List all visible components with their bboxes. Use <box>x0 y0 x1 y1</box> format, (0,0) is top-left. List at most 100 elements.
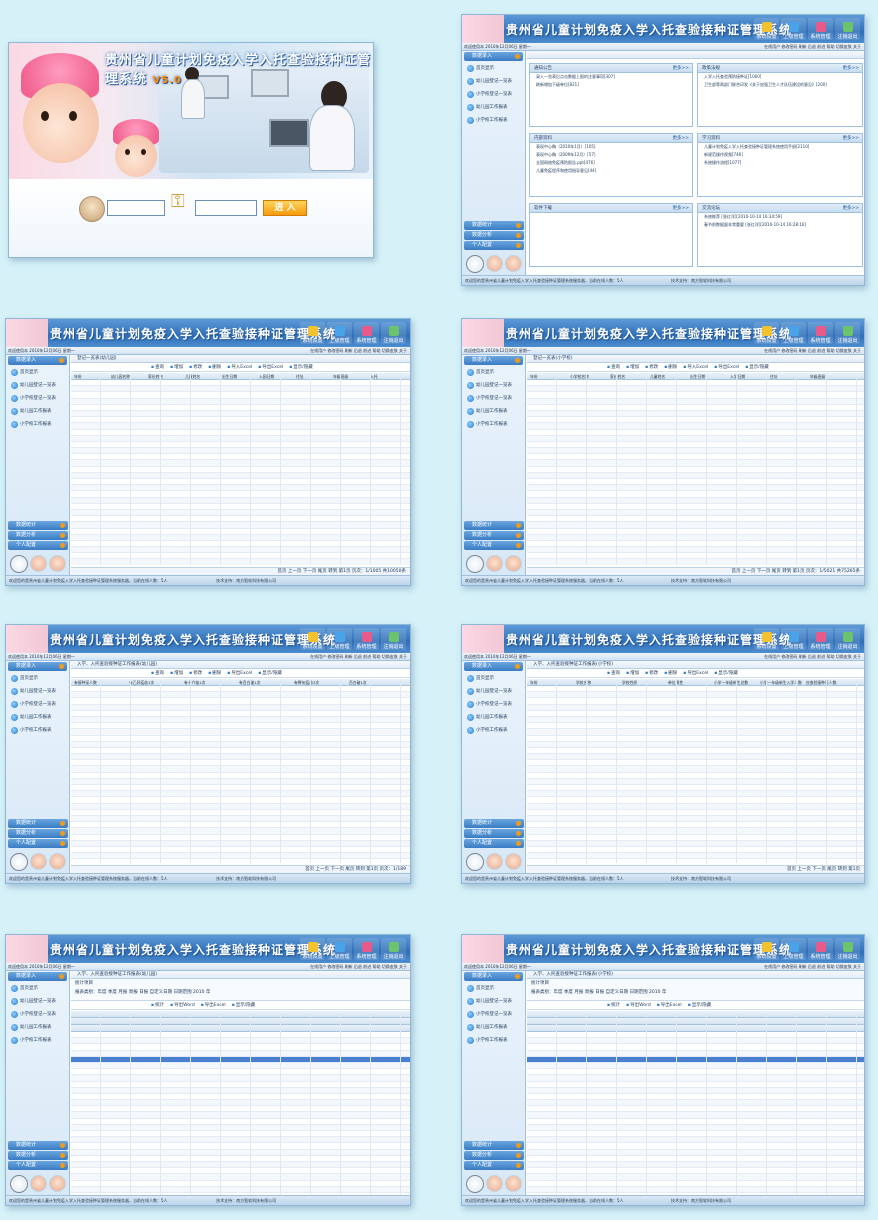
toolbar-button[interactable]: 删除 <box>664 669 677 677</box>
grid-column-header[interactable]: 年级班级 <box>330 373 367 379</box>
sidebar-header[interactable]: 个人配置 <box>464 241 524 250</box>
more-link[interactable]: 更多>> <box>672 64 689 73</box>
sidebar-header[interactable]: 个人配置 <box>464 541 524 550</box>
status-right-links[interactable]: 在线用户 修改密码 刷新 后退 前进 帮助 切换皮肤 关于 <box>764 43 861 50</box>
home-panel-item-link[interactable]: 系统操作流程[1077] <box>698 159 862 167</box>
sidebar-item[interactable]: 幼儿园登记一览表 <box>466 686 521 697</box>
top-button[interactable]: 注销退出 <box>381 628 406 650</box>
home-panel-item-link[interactable]: 卫生部等两部门联合印发《关于加强卫生人才队伍建设的意见》[200] <box>698 81 862 89</box>
toolbar-button[interactable]: 显示/隐藏 <box>258 669 282 677</box>
sidebar-item[interactable]: 幼儿园工作报表 <box>466 712 521 723</box>
status-right-links[interactable]: 在线用户 修改密码 刷新 后退 前进 帮助 切换皮肤 关于 <box>310 347 407 354</box>
sidebar-item[interactable]: 首页显示 <box>466 63 521 74</box>
home-panel-item-link[interactable]: 儿童免疫程序和使用指导意见[44] <box>530 167 692 175</box>
sidebar-item[interactable]: 幼儿园工作报表 <box>10 712 65 723</box>
username-input[interactable] <box>107 200 165 216</box>
sidebar-header[interactable]: 数据分析 <box>464 531 524 540</box>
sidebar-header-data-entry[interactable]: 数据录入 <box>8 972 67 981</box>
sidebar-header[interactable]: 数据统计 <box>464 521 524 530</box>
grid-column-header[interactable]: 小学一年级新生总数 <box>711 679 757 685</box>
pager[interactable]: 首页 上一页 下一页 尾页 转到 第1页 <box>527 865 864 873</box>
sidebar-item[interactable]: 小学校工作报表 <box>466 115 521 126</box>
top-button[interactable]: 系统管理 <box>808 322 833 344</box>
toolbar-button[interactable]: 增加 <box>170 363 183 371</box>
top-button[interactable]: 上级管理 <box>327 628 352 650</box>
sidebar-header[interactable]: 数据分析 <box>8 531 68 540</box>
top-button[interactable]: 系统设置 <box>754 938 779 960</box>
sidebar-item[interactable]: 幼儿园工作报表 <box>10 406 65 417</box>
toolbar-button[interactable]: 显示/隐藏 <box>714 669 738 677</box>
sidebar-header-data-entry[interactable]: 数据录入 <box>464 52 523 61</box>
top-button[interactable]: 系统设置 <box>300 628 325 650</box>
table-row[interactable] <box>527 559 864 565</box>
sidebar-item[interactable]: 首页显示 <box>10 673 65 684</box>
toolbar-button[interactable]: 删除 <box>208 669 221 677</box>
sidebar-item[interactable]: 幼儿园工作报表 <box>466 1022 521 1033</box>
sidebar-item[interactable]: 幼儿园登记一览表 <box>466 380 521 391</box>
sidebar-item[interactable]: 小学校登记一览表 <box>10 699 65 710</box>
top-button[interactable]: 系统管理 <box>354 628 379 650</box>
pager[interactable]: 首页 上一页 下一页 尾页 转到 第1页 页次：1/5021 共75265条 <box>527 567 864 575</box>
sidebar-item[interactable]: 小学校登记一览表 <box>10 393 65 404</box>
sidebar-item[interactable]: 幼儿园登记一览表 <box>466 996 521 1007</box>
status-right-links[interactable]: 在线用户 修改密码 刷新 后退 前进 帮助 切换皮肤 关于 <box>764 653 861 660</box>
password-input[interactable] <box>195 200 257 216</box>
sidebar-item[interactable]: 小学校登记一览表 <box>10 1009 65 1020</box>
grid-column-header[interactable]: 单位属性 <box>665 679 711 685</box>
more-link[interactable]: 更多>> <box>672 134 689 143</box>
sidebar-header[interactable]: 数据统计 <box>464 819 524 828</box>
grid-column-header[interactable]: 小学校名称 <box>567 373 607 379</box>
toolbar-button[interactable]: 导入Excel <box>683 363 708 371</box>
sidebar-item[interactable]: 小学校工作报表 <box>10 725 65 736</box>
top-button[interactable]: 上级管理 <box>781 18 806 40</box>
grid-column-header[interactable]: 有脊灰疫苗3次 <box>291 679 346 685</box>
sidebar-header[interactable]: 数据分析 <box>464 231 524 240</box>
grid-column-header[interactable]: 家长姓名 <box>145 373 182 379</box>
status-right-links[interactable]: 在线用户 修改密码 刷新 后退 前进 帮助 切换皮肤 关于 <box>764 347 861 354</box>
sidebar-item[interactable]: 首页显示 <box>466 673 521 684</box>
status-right-links[interactable]: 在线用户 修改密码 刷新 后退 前进 帮助 切换皮肤 关于 <box>310 963 407 970</box>
top-button[interactable]: 注销退出 <box>381 938 406 960</box>
toolbar-button[interactable]: 增加 <box>170 669 183 677</box>
grid-column-header[interactable]: 年级班级 <box>807 373 847 379</box>
toolbar-button[interactable]: 修改 <box>645 669 658 677</box>
grid-column-header[interactable]: 儿童姓名 <box>182 373 219 379</box>
toolbar-button[interactable]: 显示/隐藏 <box>232 1001 256 1009</box>
grid-column-header[interactable]: 应查验接种证人数 <box>803 679 849 685</box>
toolbar-button[interactable]: 增加 <box>626 669 639 677</box>
sidebar-item[interactable]: 小学校工作报表 <box>10 1035 65 1046</box>
sidebar-header-data-entry[interactable]: 数据录入 <box>8 356 67 365</box>
grid-column-header[interactable]: 家长姓名 <box>607 373 647 379</box>
sidebar-header[interactable]: 个人配置 <box>8 1161 68 1170</box>
top-button[interactable]: 系统管理 <box>354 938 379 960</box>
pager[interactable]: 首页 上一页 下一页 尾页 转到 第1页 页次：1/1005 共10050条 <box>71 567 410 575</box>
home-panel-item-link[interactable]: 表现中心稿（2010年1月）[105] <box>530 143 692 151</box>
grid-column-header[interactable]: 儿童姓名 <box>647 373 687 379</box>
top-button[interactable]: 上级管理 <box>327 938 352 960</box>
sidebar-header[interactable]: 数据分析 <box>464 1151 524 1160</box>
sidebar-header[interactable]: 数据统计 <box>464 1141 524 1150</box>
home-panel-item-link[interactable]: 入学入托查验预防接种证[1060] <box>698 73 862 81</box>
more-link[interactable]: 更多>> <box>842 64 859 73</box>
top-button[interactable]: 系统设置 <box>754 322 779 344</box>
top-button[interactable]: 注销退出 <box>835 628 860 650</box>
sidebar-item[interactable]: 小学校登记一览表 <box>466 699 521 710</box>
sidebar-item[interactable]: 小学校工作报表 <box>466 419 521 430</box>
sidebar-item[interactable]: 小学校登记一览表 <box>466 89 521 100</box>
grid-column-header[interactable]: 幼儿园名称 <box>108 373 145 379</box>
sidebar-header[interactable]: 数据统计 <box>8 521 68 530</box>
sidebar-header-data-entry[interactable]: 数据录入 <box>464 356 523 365</box>
grid-column-header[interactable]: 年份 <box>527 679 573 685</box>
top-button[interactable]: 系统管理 <box>354 322 379 344</box>
grid-column-header[interactable]: 年份 <box>527 373 567 379</box>
grid-column-header[interactable]: 小学一年级新生入学人数 <box>757 679 803 685</box>
grid-column-header[interactable]: 入园日期 <box>256 373 293 379</box>
sidebar-item[interactable]: 小学校工作报表 <box>466 725 521 736</box>
sidebar-item[interactable]: 首页显示 <box>466 367 521 378</box>
login-button[interactable]: 进 入 <box>263 200 307 216</box>
grid-column-header[interactable]: 入学日期 <box>727 373 767 379</box>
sidebar-item[interactable]: 幼儿园登记一览表 <box>10 380 65 391</box>
top-button[interactable]: 上级管理 <box>781 322 806 344</box>
sidebar-item[interactable]: 幼儿园登记一览表 <box>10 996 65 1007</box>
sidebar-item[interactable]: 幼儿园登记一览表 <box>10 686 65 697</box>
